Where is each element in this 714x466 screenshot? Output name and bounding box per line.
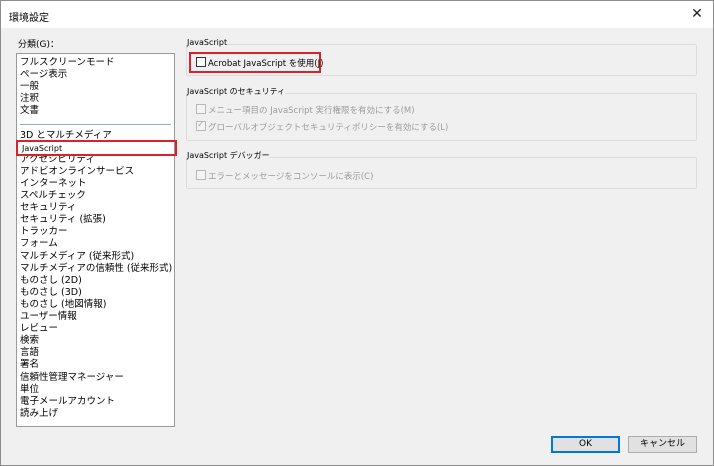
category-item-javascript-selected[interactable]: JavaScript	[16, 140, 177, 156]
close-icon[interactable]: ✕	[687, 5, 707, 23]
enable-javascript-option[interactable]: Acrobat JavaScript を使用(J)	[196, 57, 323, 70]
global-object-checkbox[interactable]: ✓	[196, 120, 206, 131]
window-title: 環境設定	[9, 13, 49, 24]
title-bar: 環境設定 ✕	[1, 1, 713, 28]
enable-javascript-label: Acrobat JavaScript を使用(J)	[208, 59, 324, 69]
preferences-dialog: 環境設定 ✕ 分類(G)： フルスクリーンモード ページ表示 一般 注釈 文書 …	[0, 0, 714, 466]
menu-permission-option[interactable]: メニュー項目の JavaScript 実行権限を有効にする(M)	[196, 104, 415, 117]
category-item[interactable]: 読み上げ	[20, 407, 58, 420]
menu-permission-label: メニュー項目の JavaScript 実行権限を有効にする(M)	[208, 106, 415, 116]
category-item[interactable]: 文書	[20, 104, 39, 117]
cancel-button[interactable]: キャンセル	[628, 436, 697, 453]
global-object-label: グローバルオブジェクトセキュリティポリシーを有効にする(L)	[208, 123, 449, 133]
category-item[interactable]: フォーム	[20, 237, 58, 250]
global-object-option[interactable]: ✓ グローバルオブジェクトセキュリティポリシーを有効にする(L)	[196, 120, 449, 134]
console-checkbox[interactable]	[196, 170, 206, 180]
group-title: JavaScript のセキュリティ	[187, 86, 286, 97]
checkmark-icon: ✓	[197, 120, 205, 130]
group-title: JavaScript デバッガー	[187, 150, 270, 161]
category-item-label: JavaScript	[22, 144, 63, 153]
category-list[interactable]: フルスクリーンモード ページ表示 一般 注釈 文書 3D とマルチメディア アク…	[16, 53, 175, 427]
console-option[interactable]: エラーとメッセージをコンソールに表示(C)	[196, 170, 373, 183]
ok-button[interactable]: OK	[551, 436, 620, 453]
group-title: JavaScript	[187, 38, 228, 47]
enable-javascript-checkbox[interactable]	[196, 57, 206, 67]
console-label: エラーとメッセージをコンソールに表示(C)	[208, 172, 374, 182]
menu-permission-checkbox[interactable]	[196, 104, 206, 114]
category-item[interactable]: 署名	[20, 358, 39, 371]
category-separator	[20, 124, 171, 125]
category-heading: 分類(G)：	[18, 40, 59, 50]
